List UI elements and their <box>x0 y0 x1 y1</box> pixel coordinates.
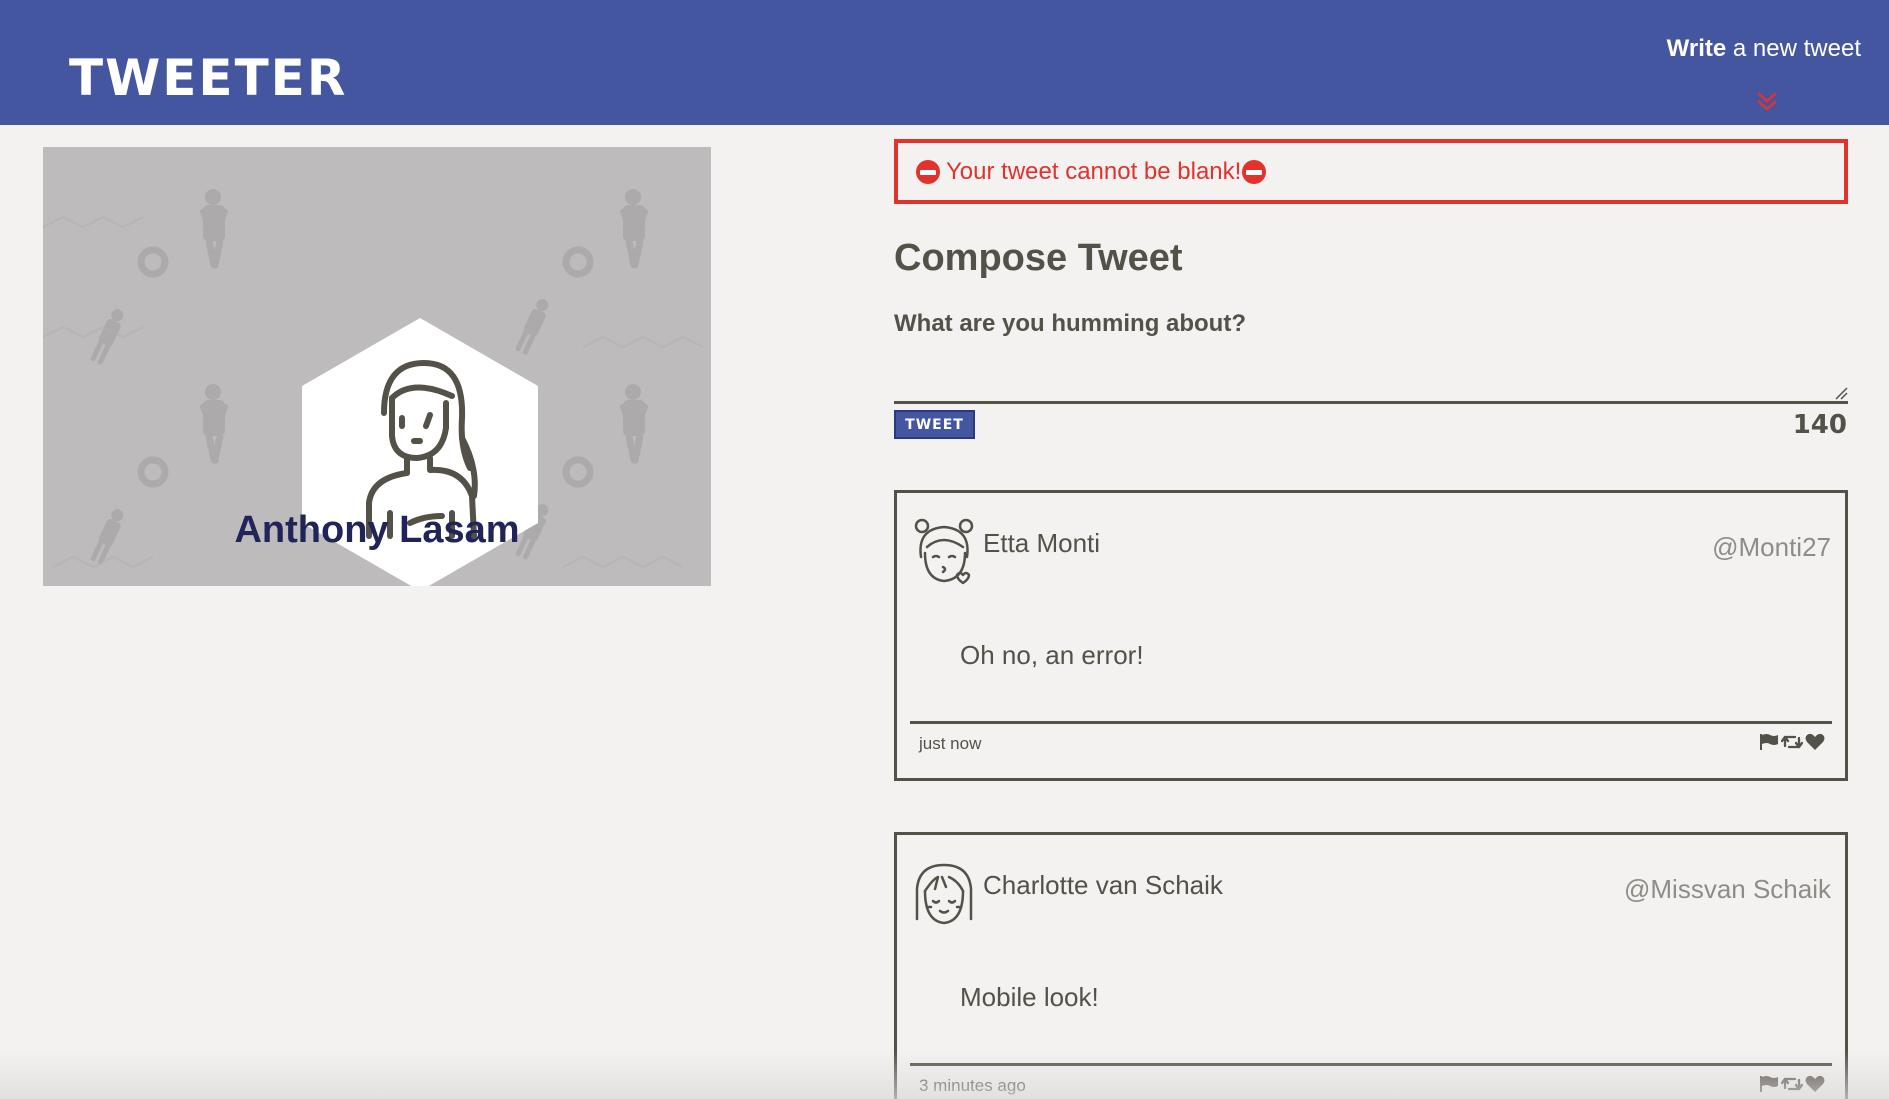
tweet-divider <box>910 721 1832 724</box>
smiling-girl-avatar-icon <box>915 863 973 925</box>
tweet-timestamp: just now <box>919 734 982 753</box>
tweet-actions <box>1759 1075 1825 1093</box>
tweet-author-handle: @Monti27 <box>1712 532 1831 562</box>
write-new-tweet-link[interactable]: Write a new tweet <box>1667 34 1861 64</box>
tweet-author-handle: @Missvan Schaik <box>1623 874 1831 904</box>
no-entry-icon <box>916 159 940 184</box>
write-new-tweet-strong: Write <box>1666 35 1727 62</box>
error-message: Your tweet cannot be blank! <box>894 139 1848 204</box>
flag-icon[interactable] <box>1759 1075 1779 1093</box>
profile-card: Anthony Lasam <box>43 147 711 586</box>
tweet-submit-button[interactable]: TWEET <box>894 410 975 439</box>
error-text: Your tweet cannot be blank! <box>946 158 1242 185</box>
tweet-card: Charlotte van Schaik @Missvan Schaik Mob… <box>894 832 1848 1099</box>
compose-label: What are you humming about? <box>894 310 1246 337</box>
write-new-tweet-rest: a new tweet <box>1726 35 1861 62</box>
no-entry-icon <box>1242 159 1267 184</box>
resize-grip-icon[interactable] <box>1834 386 1848 400</box>
tweet-timestamp: 3 minutes ago <box>919 1076 1026 1095</box>
profile-name: Anthony Lasam <box>234 509 520 551</box>
double-chevron-down-icon[interactable] <box>1755 90 1779 114</box>
tweet-author-name: Charlotte van Schaik <box>983 870 1223 900</box>
tweet-content: Oh no, an error! <box>960 640 1144 670</box>
retweet-icon[interactable] <box>1781 1075 1803 1093</box>
kissing-girl-avatar-icon <box>914 518 974 585</box>
tweet-textarea[interactable] <box>894 350 1848 404</box>
tweet-author-name: Etta Monti <box>983 528 1101 558</box>
character-counter: 140 <box>1792 410 1847 440</box>
top-nav: TWEETER Write a new tweet <box>0 0 1889 125</box>
app-logo[interactable]: TWEETER <box>69 50 347 106</box>
tweet-divider <box>910 1063 1832 1066</box>
retweet-icon[interactable] <box>1781 733 1803 751</box>
heart-icon[interactable] <box>1805 1075 1825 1093</box>
compose-title: Compose Tweet <box>894 237 1183 279</box>
flag-icon[interactable] <box>1759 733 1779 751</box>
heart-icon[interactable] <box>1805 733 1825 751</box>
tweet-content: Mobile look! <box>960 982 1099 1012</box>
tweet-actions <box>1759 733 1825 751</box>
tweet-card: Etta Monti @Monti27 Oh no, an error! jus… <box>894 490 1848 781</box>
